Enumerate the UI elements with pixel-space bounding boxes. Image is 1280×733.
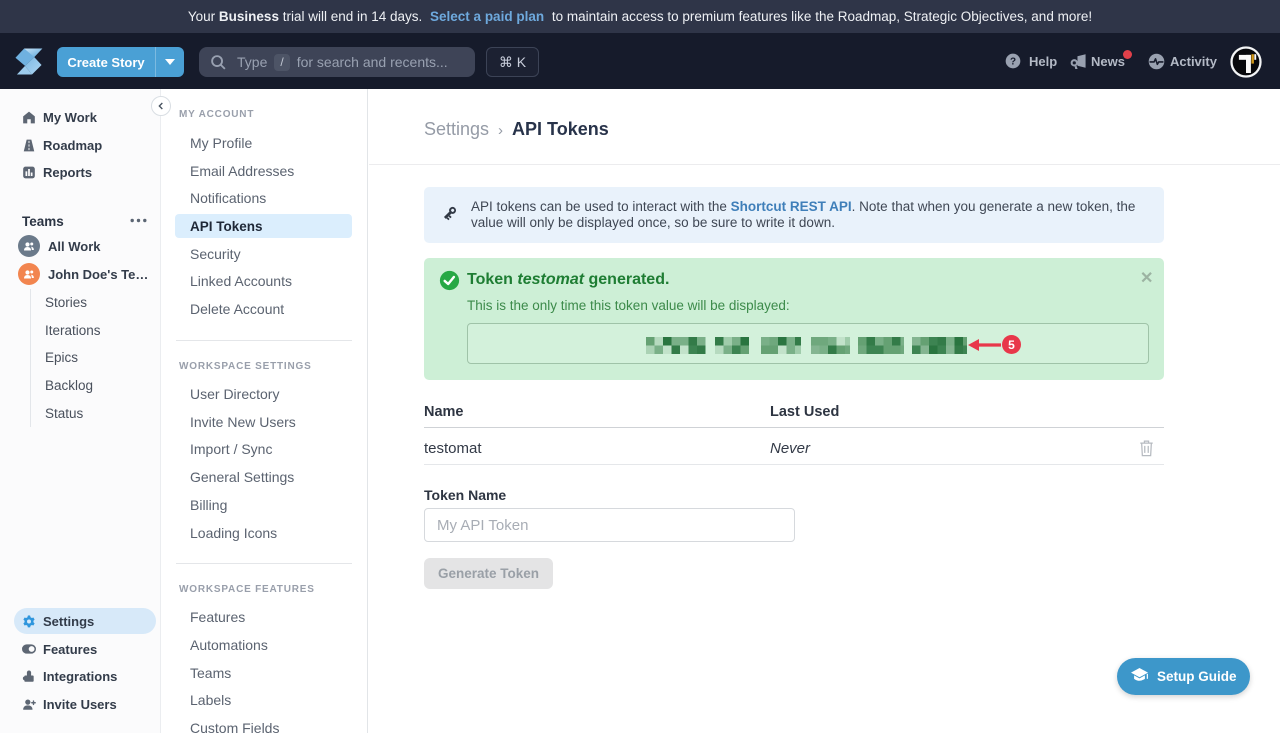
svg-text:?: ? <box>1010 57 1016 68</box>
